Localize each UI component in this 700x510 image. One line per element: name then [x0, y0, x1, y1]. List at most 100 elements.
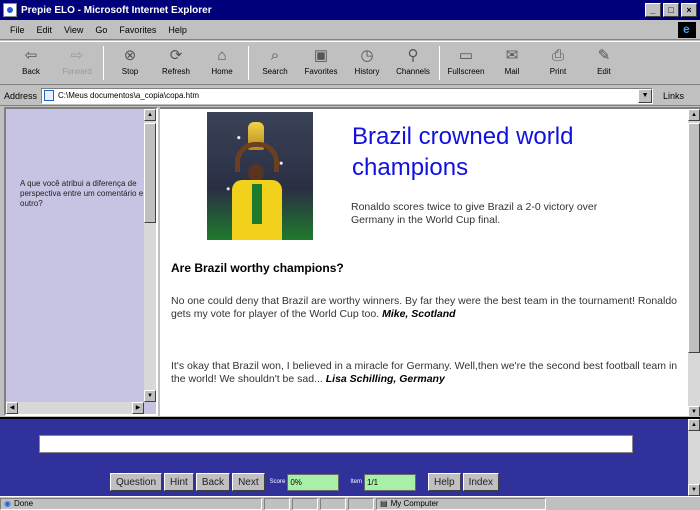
- scroll-up-button[interactable]: ▲: [688, 419, 700, 431]
- menu-favorites[interactable]: Favorites: [113, 25, 162, 35]
- toolbar-channels-button[interactable]: ⚲ Channels: [390, 43, 436, 83]
- window-controls: _ □ ×: [645, 3, 697, 17]
- toolbar-refresh-button[interactable]: ⟳ Refresh: [153, 43, 199, 83]
- search-icon: ⌕: [270, 47, 280, 64]
- toolbar-label: Channels: [396, 67, 430, 76]
- toolbar-history-button[interactable]: ◷ History: [344, 43, 390, 83]
- scroll-thumb[interactable]: [144, 123, 156, 223]
- maximize-button[interactable]: □: [663, 3, 679, 17]
- toolbar-label: Favorites: [304, 67, 338, 76]
- toolbar-separator: [248, 46, 249, 80]
- main-frame: Brazil crowned world champions Ronaldo s…: [160, 107, 700, 416]
- fullscreen-icon: ▭: [458, 47, 474, 64]
- status-text: Done: [13, 499, 34, 508]
- toolbar-back-button[interactable]: ⇦ Back: [8, 43, 54, 83]
- address-input[interactable]: C:\Meus documentos\a_copia\copa.htm ▼: [41, 87, 654, 104]
- computer-icon: ▤: [380, 499, 388, 508]
- comment-author: Lisa Schilling, Germany: [325, 373, 445, 385]
- menu-help[interactable]: Help: [162, 25, 193, 35]
- address-bar: Address C:\Meus documentos\a_copia\copa.…: [0, 86, 700, 106]
- main-frame-vscrollbar[interactable]: ▲ ▼: [688, 109, 700, 416]
- hint-button[interactable]: Hint: [164, 473, 194, 491]
- toolbar: ⇦ Back ⇨ Forward ⊗ Stop ⟳ Refresh ⌂ Home ⌕ Search ▣ F…: [0, 41, 700, 85]
- scroll-down-button[interactable]: ▼: [688, 484, 700, 496]
- address-value: C:\Meus documentos\a_copia\copa.htm: [58, 91, 199, 100]
- exercise-controls: Question Hint Back Next Score 0% Item 1/…: [110, 472, 501, 492]
- ie-throbber-icon: [678, 22, 696, 38]
- score-label: Score: [269, 479, 286, 485]
- window-title: Prepie ELO - Microsoft Internet Explorer: [21, 4, 212, 16]
- toolbar-search-button[interactable]: ⌕ Search: [252, 43, 298, 83]
- status-icon: ◉: [4, 499, 11, 508]
- toolbar-label: Fullscreen: [447, 67, 485, 76]
- toolbar-label: Back: [22, 67, 40, 76]
- next-button[interactable]: Next: [232, 473, 265, 491]
- toolbar-fullscreen-button[interactable]: ▭ Fullscreen: [443, 43, 489, 83]
- toolbar-label: Search: [262, 67, 288, 76]
- menu-view[interactable]: View: [58, 25, 89, 35]
- forward-arrow-icon: ⇨: [70, 47, 84, 64]
- item-field: 1/1: [363, 473, 416, 491]
- index-button[interactable]: Index: [462, 473, 500, 491]
- scroll-left-button[interactable]: ◀: [6, 402, 18, 414]
- links-button[interactable]: Links: [663, 91, 684, 101]
- toolbar-favorites-button[interactable]: ▣ Favorites: [298, 43, 344, 83]
- toolbar-edit-button[interactable]: ✎ Edit: [581, 43, 627, 83]
- scroll-down-button[interactable]: ▼: [144, 390, 156, 402]
- status-cell: [292, 497, 318, 510]
- mail-icon: ✉: [505, 47, 519, 64]
- comment-1: No one could deny that Brazil are worthy…: [171, 295, 691, 321]
- status-cell: [320, 497, 346, 510]
- toolbar-print-button[interactable]: ⎙ Print: [535, 43, 581, 83]
- exercise-panel: Question Hint Back Next Score 0% Item 1/…: [0, 417, 700, 496]
- toolbar-label: Stop: [121, 67, 139, 76]
- toolbar-home-button[interactable]: ⌂ Home: [199, 43, 245, 83]
- toolbar-label: Print: [549, 67, 567, 76]
- address-dropdown-button[interactable]: ▼: [638, 88, 653, 103]
- refresh-icon: ⟳: [169, 47, 183, 64]
- comment-author: Mike, Scotland: [382, 308, 456, 320]
- answer-input[interactable]: [39, 435, 633, 453]
- left-frame-vscrollbar[interactable]: ▲ ▼: [144, 109, 156, 402]
- channels-icon: ⚲: [407, 47, 419, 64]
- scroll-right-button[interactable]: ▶: [132, 402, 144, 414]
- article-subhead: Ronaldo scores twice to give Brazil a 2-…: [351, 201, 598, 226]
- discussion-prompt: A que você atribui a diferença de perspe…: [20, 179, 144, 208]
- question-button[interactable]: Question: [110, 473, 163, 491]
- back-arrow-icon: ⇦: [24, 47, 38, 64]
- toolbar-forward-button[interactable]: ⇨ Forward: [54, 43, 100, 83]
- left-frame: A que você atribui a diferença de perspe…: [4, 107, 158, 416]
- scroll-thumb[interactable]: [688, 123, 700, 353]
- toolbar-label: History: [354, 67, 380, 76]
- ie-app-icon[interactable]: [3, 3, 17, 17]
- discussion-question: Are Brazil worthy champions?: [171, 261, 344, 275]
- toolbar-mail-button[interactable]: ✉ Mail: [489, 43, 535, 83]
- edit-icon: ✎: [597, 47, 611, 64]
- scroll-down-button[interactable]: ▼: [688, 406, 700, 416]
- security-zone: My Computer: [390, 499, 439, 508]
- menu-file[interactable]: File: [4, 25, 31, 35]
- print-icon: ⎙: [551, 47, 564, 64]
- minimize-button[interactable]: _: [645, 3, 661, 17]
- back-button[interactable]: Back: [195, 473, 231, 491]
- close-button[interactable]: ×: [681, 3, 697, 17]
- toolbar-stop-button[interactable]: ⊗ Stop: [107, 43, 153, 83]
- exercise-panel-vscrollbar[interactable]: ▲ ▼: [688, 419, 700, 496]
- home-icon: ⌂: [217, 47, 227, 64]
- left-frame-hscrollbar[interactable]: ◀ ▶: [6, 402, 144, 414]
- status-text-cell: ◉ Done: [0, 497, 262, 510]
- menu-edit[interactable]: Edit: [31, 25, 59, 35]
- status-cell: [264, 497, 290, 510]
- menu-go[interactable]: Go: [89, 25, 113, 35]
- toolbar-separator: [439, 46, 440, 80]
- scroll-up-button[interactable]: ▲: [688, 109, 700, 121]
- favorites-icon: ▣: [313, 47, 329, 64]
- help-button[interactable]: Help: [427, 473, 461, 491]
- score-field: 0%: [287, 473, 340, 491]
- status-bar: ◉ Done ▤ My Computer: [0, 496, 700, 510]
- stop-icon: ⊗: [123, 47, 137, 64]
- toolbar-label: Mail: [504, 67, 520, 76]
- security-zone-cell: ▤ My Computer: [376, 497, 546, 510]
- toolbar-label: Forward: [62, 67, 92, 76]
- scroll-up-button[interactable]: ▲: [144, 109, 156, 121]
